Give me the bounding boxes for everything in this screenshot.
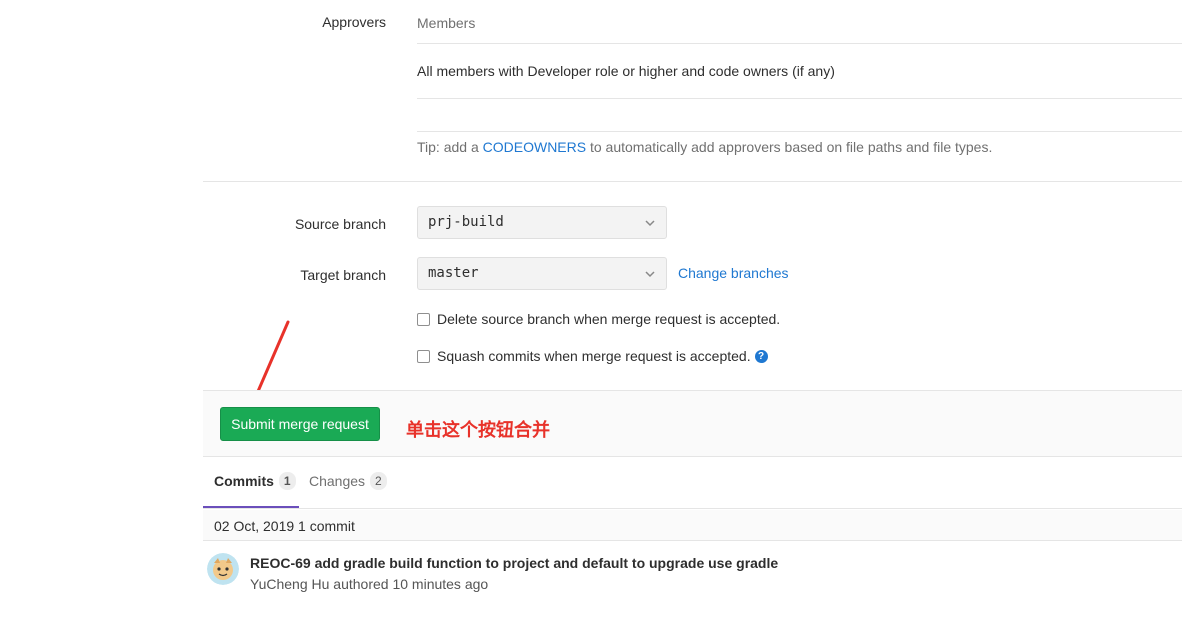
codeowners-tip: Tip: add a CODEOWNERS to automatically a… — [417, 139, 992, 155]
commit-author[interactable]: YuCheng Hu — [250, 576, 329, 592]
tab-changes-count: 2 — [370, 472, 387, 490]
avatar[interactable] — [207, 553, 239, 585]
divider — [417, 131, 1182, 132]
approvers-label: Approvers — [322, 14, 386, 30]
tab-changes-label: Changes — [309, 473, 366, 489]
annotation-text: 单击这个按钮合并 — [406, 420, 550, 441]
squash-option[interactable]: Squash commits when merge request is acc… — [417, 348, 768, 364]
divider — [417, 98, 1182, 99]
submit-merge-request-button[interactable]: Submit merge request — [220, 407, 380, 441]
target-branch-label: Target branch — [300, 267, 386, 283]
tab-commits-count: 1 — [278, 472, 296, 490]
avatar-image — [207, 553, 239, 585]
commit-day-text: 02 Oct, 2019 1 commit — [214, 518, 355, 534]
squash-label: Squash commits when merge request is acc… — [437, 348, 751, 364]
delete-source-checkbox[interactable] — [417, 312, 430, 326]
tab-commits-label: Commits — [214, 473, 274, 489]
tab-changes[interactable]: Changes 2 — [309, 472, 387, 490]
tabs-divider — [203, 508, 1182, 509]
target-branch-select[interactable]: master — [417, 257, 667, 290]
commit-day-header: 02 Oct, 2019 1 commit — [203, 510, 1182, 541]
codeowners-link[interactable]: CODEOWNERS — [483, 139, 586, 155]
divider — [417, 43, 1182, 44]
delete-source-option[interactable]: Delete source branch when merge request … — [417, 311, 780, 327]
commit-title[interactable]: REOC-69 add gradle build function to pro… — [250, 555, 778, 571]
help-icon[interactable]: ? — [754, 349, 768, 363]
source-branch-label: Source branch — [294, 216, 386, 232]
chevron-down-icon — [645, 220, 655, 227]
delete-source-label: Delete source branch when merge request … — [437, 311, 781, 327]
chevron-down-icon — [645, 271, 655, 278]
squash-checkbox[interactable] — [417, 349, 430, 363]
source-branch-value: prj-build — [428, 214, 504, 230]
change-branches-link[interactable]: Change branches — [678, 265, 789, 281]
members-column-header: Members — [417, 15, 476, 31]
target-branch-value: master — [428, 265, 479, 281]
section-divider — [203, 181, 1182, 182]
tip-prefix: Tip: add a — [417, 139, 483, 155]
commit-time: authored 10 minutes ago — [329, 576, 489, 592]
commit-meta: YuCheng Hu authored 10 minutes ago — [250, 576, 488, 592]
source-branch-select[interactable]: prj-build — [417, 206, 667, 239]
tab-commits[interactable]: Commits 1 — [214, 472, 296, 490]
approval-rule-text: All members with Developer role or highe… — [417, 63, 835, 79]
tip-suffix: to automatically add approvers based on … — [586, 139, 993, 155]
